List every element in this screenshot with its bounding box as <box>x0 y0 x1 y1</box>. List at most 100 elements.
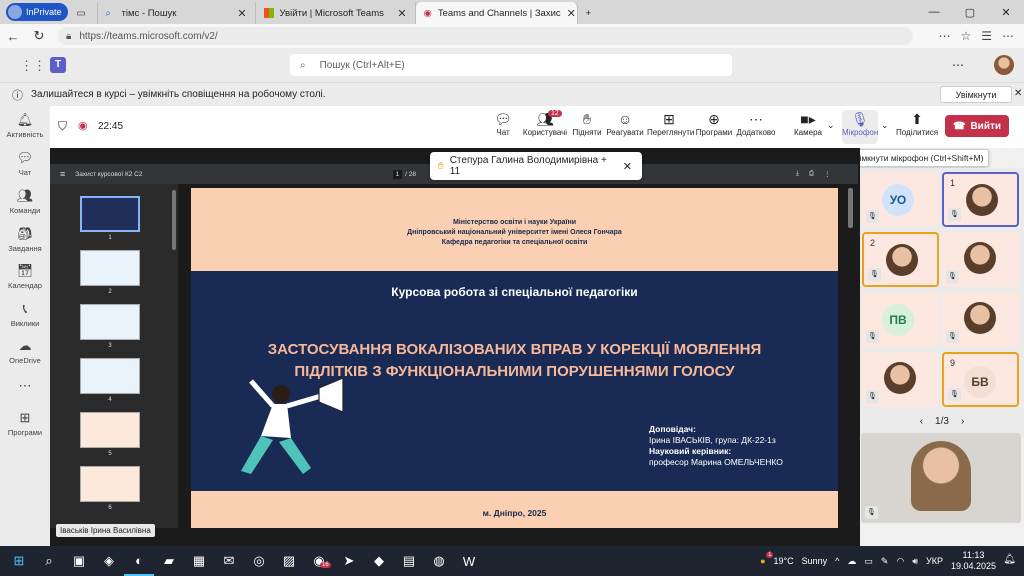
photos-icon[interactable]: ▨ <box>274 546 304 576</box>
edge-icon[interactable]: ◐ <box>124 546 154 576</box>
raise-hand-button[interactable]: ✋︎ Підняти <box>572 110 602 137</box>
file-explorer-icon[interactable]: ▰ <box>154 546 184 576</box>
rail-assignments[interactable]: 🎒︎ Завдання <box>0 226 50 253</box>
view-button[interactable]: ⊞ Переглянути <box>647 110 694 137</box>
refresh-icon[interactable]: ↻ <box>26 28 52 44</box>
task-view-icon[interactable]: ▣ <box>64 546 94 576</box>
participant-tile[interactable]: 🎙︎ <box>942 292 1019 347</box>
inprivate-badge[interactable]: InPrivate <box>6 3 68 21</box>
rail-calls[interactable]: 📞︎ Виклики <box>0 301 50 328</box>
davinci-icon[interactable]: ◆ <box>364 546 394 576</box>
thumbnail-page[interactable] <box>80 196 140 232</box>
self-view-video[interactable]: 🎙︎ <box>861 433 1021 523</box>
chat-button[interactable]: 💬︎ Чат <box>488 110 518 137</box>
back-icon[interactable]: ← <box>0 29 26 44</box>
react-button[interactable]: ☺ Реагувати <box>605 110 645 137</box>
language-indicator[interactable]: УКР <box>926 556 943 566</box>
store-icon[interactable]: ▦ <box>184 546 214 576</box>
user-avatar[interactable] <box>994 55 1014 75</box>
thumbnail-page[interactable] <box>80 250 140 286</box>
participant-tile[interactable]: 🎙︎ <box>942 232 1019 287</box>
new-tab-button[interactable]: + <box>578 2 606 24</box>
rail-more[interactable]: ⋯ <box>0 378 50 396</box>
browser-menu-icon[interactable]: ⋯ <box>1002 29 1014 43</box>
viber-icon[interactable]: ◉ 16 <box>304 546 334 576</box>
enable-notifications-button[interactable]: Увімкнути <box>940 86 1012 103</box>
prev-page-icon[interactable]: ‹ <box>920 416 923 427</box>
search-input[interactable]: ⌕ Пошук (Ctrl+Alt+E) <box>290 54 732 76</box>
menu-icon[interactable]: ≡ <box>60 169 65 179</box>
participant-tile[interactable]: УО 🎙︎ <box>862 172 939 227</box>
rail-calendar[interactable]: 📅︎ Календар <box>0 263 50 290</box>
maximize-icon[interactable]: ▢ <box>952 6 988 19</box>
outlook-icon[interactable]: ✉︎ <box>214 546 244 576</box>
close-tab-icon[interactable]: ✕ <box>567 7 576 20</box>
cloud-icon[interactable]: ☁︎ <box>847 556 856 567</box>
url-field[interactable]: 🔒︎ https://teams.microsoft.com/v2/ <box>58 27 913 45</box>
pen-icon[interactable]: ✎ <box>881 556 889 567</box>
tab-search[interactable]: ⌕ тімс - Пошук ✕ <box>98 2 256 24</box>
display-icon[interactable]: ▭ <box>864 556 873 567</box>
rail-onedrive[interactable]: ☁︎ OneDrive <box>0 338 50 365</box>
camera-button[interactable]: ■▸ Камера <box>792 110 824 137</box>
close-window-icon[interactable]: ✕ <box>988 6 1024 19</box>
apps-button[interactable]: ⊕ Програми <box>694 110 734 137</box>
thumbnail-page[interactable] <box>80 358 140 394</box>
thumbnail-page[interactable] <box>80 304 140 340</box>
minimize-icon[interactable]: — <box>916 6 952 19</box>
search-icon[interactable]: ⌕ <box>34 546 64 576</box>
more-tools-icon[interactable]: ⋯ <box>938 29 950 43</box>
thumbnail-page[interactable] <box>80 466 140 502</box>
participant-tile[interactable]: 🎙︎ <box>862 352 939 407</box>
tab-teams-meeting[interactable]: ◉ Teams and Channels | Захис ✕ <box>415 2 578 24</box>
rail-teams[interactable]: 👥︎ Команди <box>0 188 50 215</box>
telegram-icon[interactable]: ➤ <box>334 546 364 576</box>
word-icon[interactable]: W <box>454 546 484 576</box>
share-button[interactable]: ⬆︎ Поділитися <box>896 110 938 137</box>
rail-apps[interactable]: ⊞ Програми <box>0 410 50 437</box>
favorite-star-icon[interactable]: ☆ <box>960 29 971 43</box>
advisor-label: Науковий керівник: <box>649 446 732 456</box>
next-page-icon[interactable]: › <box>961 416 964 427</box>
participant-tile[interactable]: ПВ 🎙︎ <box>862 292 939 347</box>
presenter-pill[interactable]: ✋︎ Степура Галина Володимирівна + 11 ✕ <box>430 152 642 180</box>
mic-options-chevron-icon[interactable]: ⌄ <box>881 120 889 131</box>
zoom-icon[interactable]: ◍ <box>424 546 454 576</box>
download-icon[interactable]: ⤓ <box>796 170 799 178</box>
chevron-up-icon[interactable]: ^ <box>835 556 839 566</box>
rail-chat[interactable]: 💬︎ Чат <box>0 150 50 177</box>
volume-icon[interactable]: 🔊︎ <box>912 556 918 567</box>
slide-scrollbar[interactable] <box>848 188 853 228</box>
thumbnail-scrollbar[interactable] <box>172 190 176 250</box>
rail-activity[interactable]: 🔔︎ Активність <box>0 112 50 139</box>
favorites-icon[interactable]: ☰ <box>981 29 992 43</box>
close-tab-icon[interactable]: ✕ <box>237 7 246 20</box>
leave-button[interactable]: ☎︎ Вийти <box>945 115 1009 137</box>
wifi-icon[interactable]: ◠ <box>896 556 904 567</box>
close-tab-icon[interactable]: ✕ <box>397 7 406 20</box>
clock[interactable]: 11:13 19.04.2025 <box>951 550 996 572</box>
tab-actions-button[interactable]: ▭ <box>68 2 98 24</box>
copilot-icon[interactable]: ◈ <box>94 546 124 576</box>
camera-options-chevron-icon[interactable]: ⌄ <box>827 120 835 131</box>
app-icon[interactable]: ▤ <box>394 546 424 576</box>
people-button[interactable]: 👥︎ 12 Користувачі <box>520 110 570 137</box>
thumbnail-page[interactable] <box>80 412 140 448</box>
chrome-icon[interactable]: ◎ <box>244 546 274 576</box>
print-icon[interactable]: ⎙ <box>809 170 814 178</box>
more-button[interactable]: ⋯ Додатково <box>736 110 776 137</box>
more-options-icon[interactable]: ⋯ <box>952 58 964 72</box>
shield-icon[interactable]: ⛉ <box>58 119 67 134</box>
participant-tile[interactable]: 1 🎙︎ <box>942 172 1019 227</box>
participant-tile[interactable]: БВ 9 🎙︎ <box>942 352 1019 407</box>
microphone-button[interactable]: 🎙︎ Мікрофон <box>842 110 878 144</box>
start-button[interactable]: ⊞ <box>4 546 34 576</box>
tab-teams-login[interactable]: Увійти | Microsoft Teams ✕ <box>256 2 416 24</box>
notification-icon[interactable]: 🔔︎ <box>1003 554 1016 565</box>
weather-icon[interactable]: ● 1 <box>760 552 774 566</box>
pdf-page-input[interactable]: 1 <box>392 169 403 179</box>
close-icon[interactable]: ✕ <box>623 160 632 173</box>
participant-tile[interactable]: 2 🎙︎ <box>862 232 939 287</box>
close-banner-icon[interactable]: ✕ <box>1014 88 1022 99</box>
pdf-more-icon[interactable]: ⋮ <box>824 170 831 178</box>
